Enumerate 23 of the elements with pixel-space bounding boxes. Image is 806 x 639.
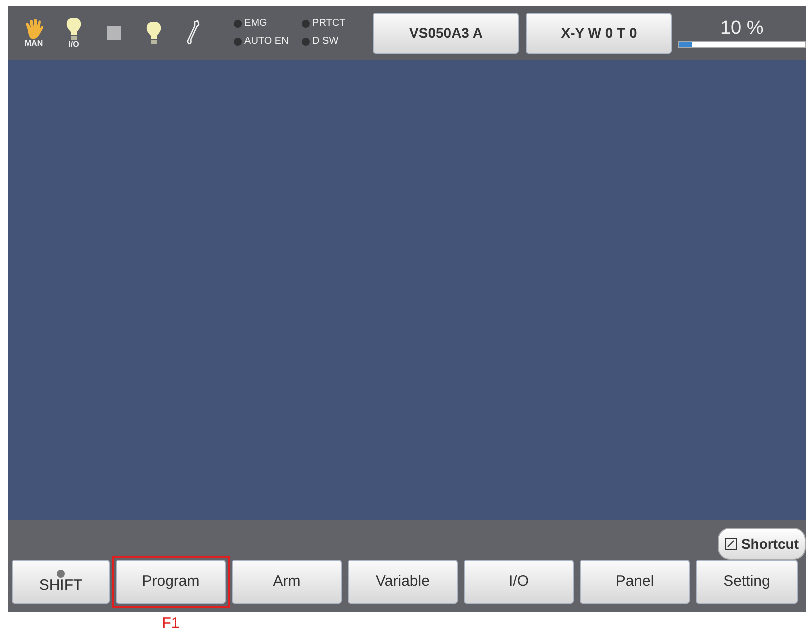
header-button[interactable]: X-Y W 0 T 0 <box>526 12 672 54</box>
icon-label: MAN <box>24 40 44 48</box>
hand-icon[interactable] <box>23 18 45 40</box>
indicator-label: EMG <box>244 19 268 29</box>
speed-reading: 10 % <box>720 18 764 38</box>
square-icon[interactable] <box>106 25 122 41</box>
function-button[interactable]: SHIFT <box>12 560 110 604</box>
function-button[interactable]: Setting <box>696 560 798 604</box>
shortcut-icon <box>725 538 738 550</box>
lightbulb-icon[interactable] <box>65 17 83 41</box>
function-button[interactable]: Panel <box>580 560 690 604</box>
header-button[interactable]: VS050A3 A <box>373 12 520 54</box>
wrench-icon[interactable] <box>187 20 201 46</box>
callout-label: F1 <box>161 616 181 632</box>
shortcut-button[interactable]: Shortcut <box>718 528 806 560</box>
function-button[interactable]: I/O <box>464 560 574 604</box>
indicator-label: PRTCT <box>312 19 346 29</box>
function-button[interactable]: Variable <box>348 560 458 604</box>
indicator-label: AUTO EN <box>244 37 289 47</box>
indicator-label: D SW <box>312 37 339 47</box>
icon-label: I/O <box>68 41 80 49</box>
lightbulb-icon[interactable] <box>145 21 163 45</box>
function-button[interactable]: Arm <box>232 560 342 604</box>
